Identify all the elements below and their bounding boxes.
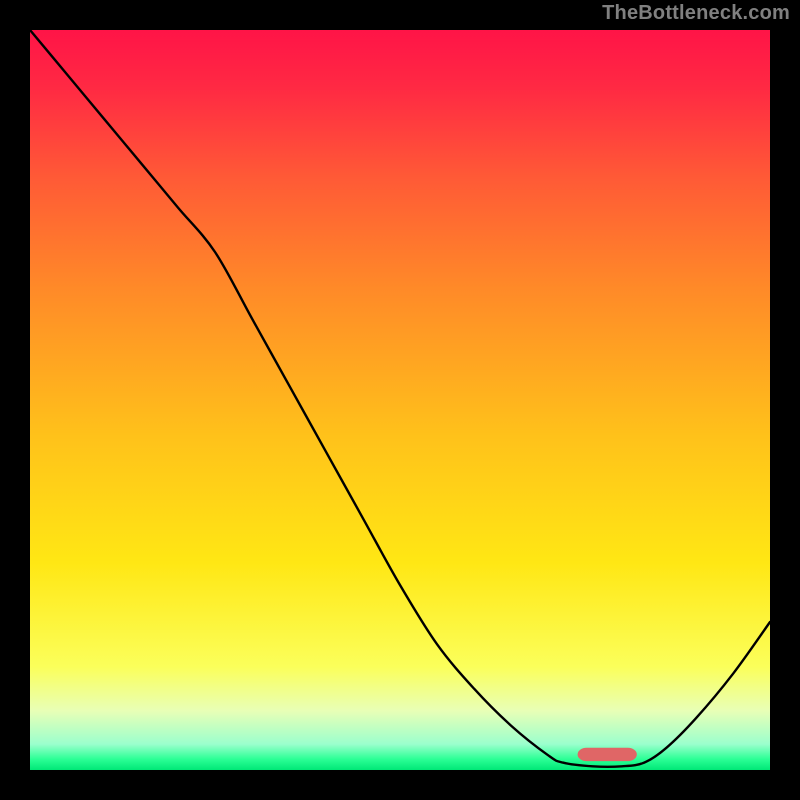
gradient-background xyxy=(30,30,770,770)
valley-marker xyxy=(578,748,637,761)
chart-stage: TheBottleneck.com xyxy=(0,0,800,800)
plot-area xyxy=(30,30,770,770)
chart-svg xyxy=(30,30,770,770)
watermark-label: TheBottleneck.com xyxy=(602,2,790,25)
